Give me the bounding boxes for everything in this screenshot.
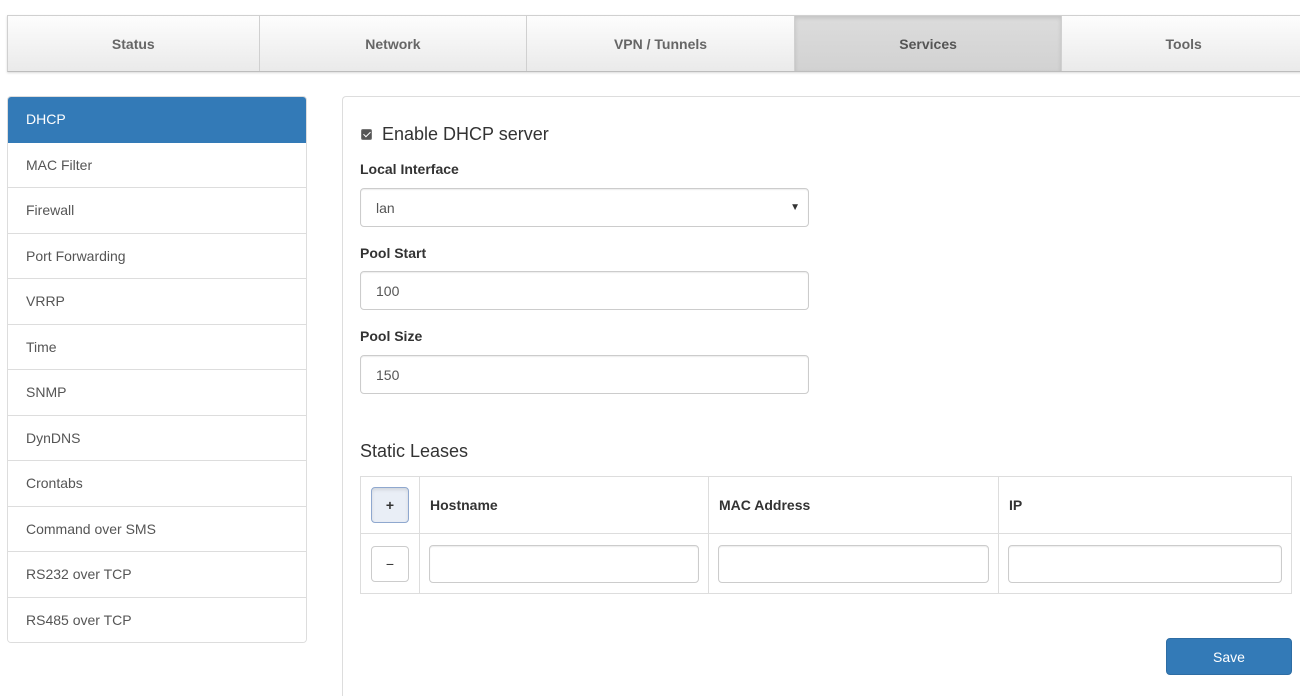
remove-cell: − xyxy=(360,533,420,594)
local-interface-select[interactable]: lan ▼ xyxy=(360,188,809,227)
sidebar-item-snmp[interactable]: SNMP xyxy=(8,370,306,416)
sidebar-item-crontabs[interactable]: Crontabs xyxy=(8,461,306,507)
sidebar-item-time[interactable]: Time xyxy=(8,324,306,370)
table-header-row: + Hostname MAC Address IP xyxy=(360,476,1292,534)
tab-status[interactable]: Status xyxy=(8,16,260,71)
sidebar-item-firewall[interactable]: Firewall xyxy=(8,188,306,234)
pool-start-value: 100 xyxy=(376,282,400,299)
enable-dhcp-row: Enable DHCP server xyxy=(361,124,549,145)
sidebar-item-dyndns[interactable]: DynDNS xyxy=(8,415,306,461)
static-leases-title: Static Leases xyxy=(360,441,469,461)
pool-start-input[interactable]: 100 xyxy=(360,271,809,310)
local-interface-value: lan xyxy=(376,199,395,216)
column-hostname: Hostname xyxy=(419,476,709,534)
static-leases-table: + Hostname MAC Address IP − xyxy=(360,476,1292,594)
sidebar-item-command-over-sms[interactable]: Command over SMS xyxy=(8,506,306,552)
top-navigation: Status Network VPN / Tunnels Services To… xyxy=(7,15,1300,72)
tab-network[interactable]: Network xyxy=(260,16,528,71)
ip-input[interactable] xyxy=(1008,544,1282,583)
add-cell: + xyxy=(360,476,420,534)
table-row: − xyxy=(360,533,1292,594)
ip-cell xyxy=(998,533,1292,594)
enable-dhcp-checkbox[interactable] xyxy=(361,129,372,140)
hostname-cell xyxy=(419,533,709,594)
hostname-input[interactable] xyxy=(429,544,699,583)
sidebar-item-port-forwarding[interactable]: Port Forwarding xyxy=(8,233,306,279)
pool-start-label: Pool Start xyxy=(360,245,427,261)
enable-dhcp-label: Enable DHCP server xyxy=(382,124,549,144)
save-button[interactable]: Save xyxy=(1166,638,1292,675)
pool-size-label: Pool Size xyxy=(360,328,423,344)
local-interface-label: Local Interface xyxy=(360,161,459,177)
remove-lease-button[interactable]: − xyxy=(371,545,409,582)
sidebar-item-dhcp[interactable]: DHCP xyxy=(8,97,306,143)
sidebar-item-rs232-over-tcp[interactable]: RS232 over TCP xyxy=(8,552,306,598)
tab-tools[interactable]: Tools xyxy=(1062,16,1300,71)
column-mac-address: MAC Address xyxy=(708,476,999,534)
pool-size-input[interactable]: 150 xyxy=(360,355,809,394)
sidebar-item-mac-filter[interactable]: MAC Filter xyxy=(8,142,306,188)
add-lease-button[interactable]: + xyxy=(371,487,409,523)
mac-address-cell xyxy=(708,533,999,594)
services-sidebar: DHCP MAC Filter Firewall Port Forwarding… xyxy=(7,96,307,643)
sidebar-item-vrrp[interactable]: VRRP xyxy=(8,279,306,325)
tab-services[interactable]: Services xyxy=(794,16,1063,71)
tab-vpn-tunnels[interactable]: VPN / Tunnels xyxy=(527,16,795,71)
dhcp-panel xyxy=(342,96,1300,696)
sidebar-item-rs485-over-tcp[interactable]: RS485 over TCP xyxy=(8,597,306,642)
mac-address-input[interactable] xyxy=(718,544,989,583)
column-ip: IP xyxy=(998,476,1292,534)
chevron-down-icon: ▼ xyxy=(790,202,800,213)
pool-size-value: 150 xyxy=(376,366,400,383)
